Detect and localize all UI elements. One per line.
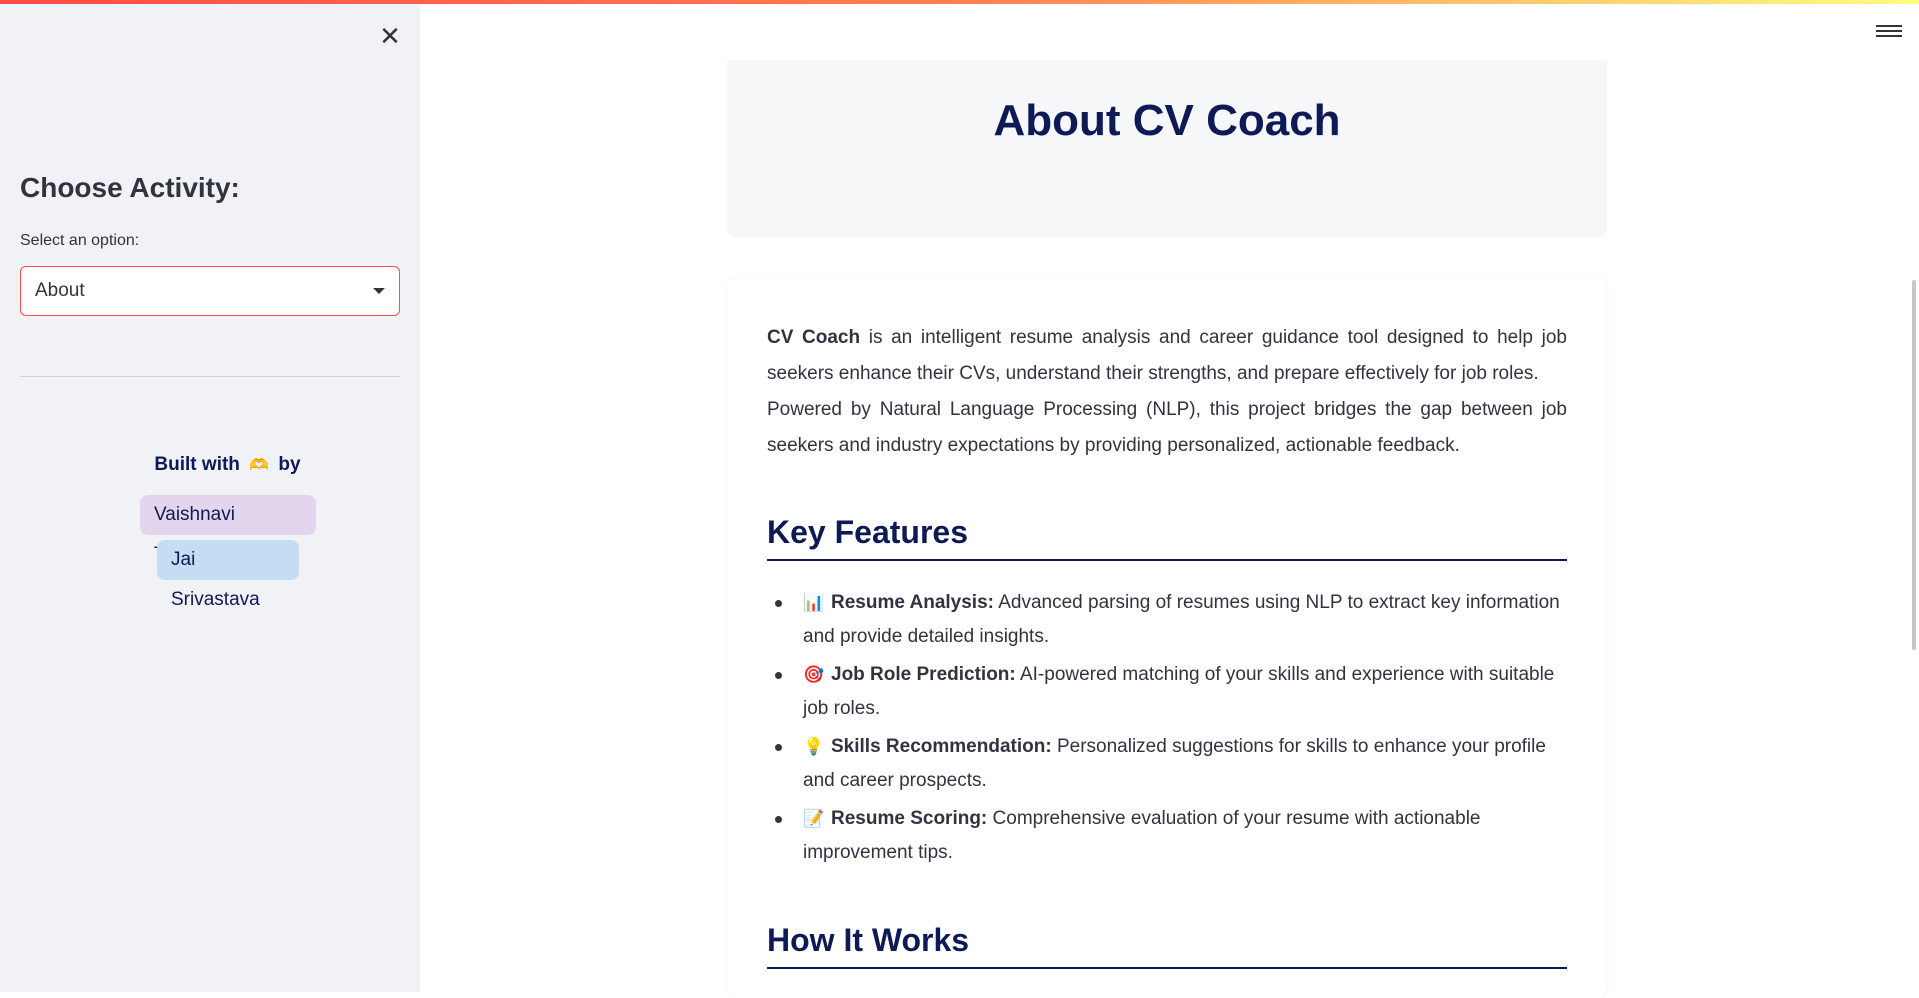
- main-menu-button[interactable]: [1876, 22, 1902, 42]
- features-list: 📊 Resume Analysis: Advanced parsing of re…: [767, 586, 1567, 874]
- hero-card: About CV Coach: [727, 60, 1607, 238]
- list-item: 🎯 Job Role Prediction: AI-powered matchin…: [767, 658, 1567, 726]
- feature-title: Skills Recommendation:: [831, 736, 1052, 757]
- close-icon: ✕: [379, 21, 401, 51]
- intro-line-1: is an intelligent resume analysis and ca…: [767, 327, 1567, 384]
- how-it-works-heading: How It Works: [767, 922, 1567, 969]
- key-features-heading: Key Features: [767, 514, 1567, 561]
- chevron-down-icon: [373, 288, 385, 294]
- hamburger-icon: [1876, 25, 1902, 27]
- memo-icon: 📝: [803, 809, 825, 828]
- select-label: Select an option:: [20, 232, 140, 249]
- author-badge: Vaishnavi Tripathi: [140, 495, 316, 565]
- built-with-suffix: by: [278, 454, 301, 475]
- built-with-credit: Built with 🫶 by: [0, 454, 455, 476]
- page-title: About CV Coach: [993, 96, 1341, 145]
- heart-hands-icon: 🫶: [249, 457, 270, 474]
- close-sidebar-button[interactable]: ✕: [376, 22, 404, 50]
- about-card: CV Coach is an intelligent resume analys…: [727, 278, 1607, 998]
- list-item: 💡 Skills Recommendation: Personalized sug…: [767, 730, 1567, 798]
- feature-title: Resume Scoring:: [831, 808, 988, 829]
- built-with-prefix: Built with: [154, 454, 240, 475]
- feature-title: Job Role Prediction:: [831, 664, 1016, 685]
- feature-title: Resume Analysis:: [831, 592, 994, 613]
- sidebar: ✕ Choose Activity: Select an option: Abo…: [0, 4, 420, 992]
- target-icon: 🎯: [803, 665, 825, 684]
- intro-text: CV Coach is an intelligent resume analys…: [767, 320, 1567, 464]
- brand-name: CV Coach: [767, 327, 861, 348]
- activity-select[interactable]: About: [20, 266, 400, 316]
- author-badge: Jai Srivastava: [157, 540, 299, 610]
- list-item: 📝 Resume Scoring: Comprehensive evaluatio…: [767, 802, 1567, 870]
- scrollbar[interactable]: [1912, 280, 1916, 650]
- sidebar-divider: [20, 376, 400, 377]
- sidebar-heading: Choose Activity:: [20, 172, 240, 203]
- lightbulb-icon: 💡: [803, 737, 825, 756]
- select-value: About: [35, 280, 85, 301]
- bar-chart-icon: 📊: [803, 593, 825, 612]
- intro-line-2: Powered by Natural Language Processing (…: [767, 399, 1567, 456]
- list-item: 📊 Resume Analysis: Advanced parsing of re…: [767, 586, 1567, 654]
